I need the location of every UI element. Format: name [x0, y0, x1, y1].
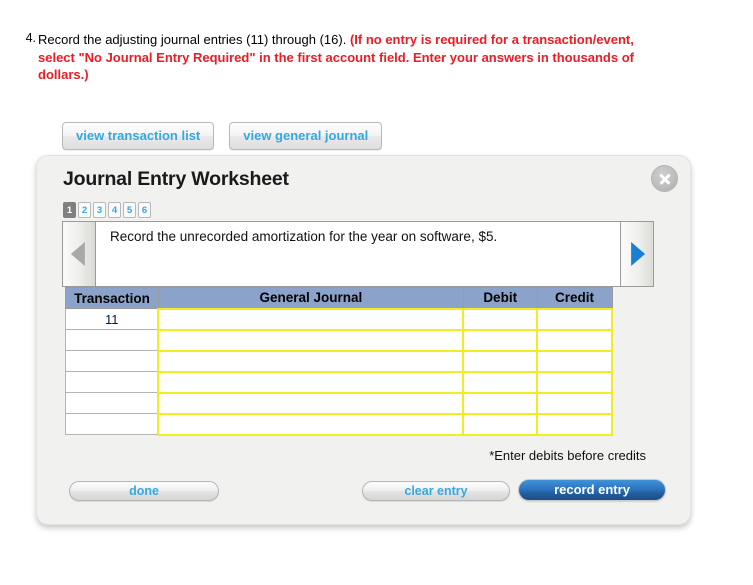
- column-header-debit: Debit: [462, 287, 538, 309]
- cell-debit-input[interactable]: [462, 370, 539, 394]
- cell-credit-input[interactable]: [536, 328, 613, 352]
- cell-general-journal-input[interactable]: [157, 307, 465, 331]
- journal-entry-table: Transaction General Journal Debit Credit…: [65, 287, 613, 436]
- triangle-left-icon[interactable]: [63, 222, 96, 286]
- cell-credit-input[interactable]: [536, 412, 613, 436]
- question-text: Record the adjusting journal entries (11…: [38, 31, 634, 84]
- cell-transaction: [65, 371, 159, 393]
- step-tab-4[interactable]: 4: [108, 202, 121, 218]
- view-transaction-list-button[interactable]: view transaction list: [62, 122, 215, 150]
- cell-transaction: [65, 392, 159, 414]
- cell-credit-input[interactable]: [536, 349, 613, 373]
- journal-entry-worksheet-panel: Journal Entry Worksheet 1 2 3 4 5 6 Reco…: [36, 155, 691, 525]
- close-x-icon[interactable]: [651, 165, 678, 192]
- triangle-right-glyph: [631, 242, 646, 266]
- step-tab-2[interactable]: 2: [78, 202, 91, 218]
- cell-general-journal-input[interactable]: [157, 328, 465, 352]
- cell-general-journal-input[interactable]: [157, 391, 465, 415]
- cell-general-journal-input[interactable]: [157, 370, 465, 394]
- step-tabs: 1 2 3 4 5 6: [63, 202, 151, 218]
- step-tab-5[interactable]: 5: [123, 202, 136, 218]
- table-row: [65, 412, 613, 436]
- cell-debit-input[interactable]: [462, 307, 539, 331]
- cell-debit-input[interactable]: [462, 391, 539, 415]
- view-general-journal-button[interactable]: view general journal: [229, 122, 383, 150]
- question-number: 4.: [25, 31, 36, 45]
- table-row: 11: [65, 307, 613, 331]
- clear-entry-button[interactable]: clear entry: [362, 481, 510, 501]
- question-block: 4. Record the adjusting journal entries …: [14, 31, 634, 84]
- cell-debit-input[interactable]: [462, 349, 539, 373]
- cell-debit-input[interactable]: [462, 328, 539, 352]
- cell-credit-input[interactable]: [536, 307, 613, 331]
- table-row: [65, 370, 613, 394]
- view-button-group: view transaction list view general journ…: [62, 122, 383, 150]
- table-row: [65, 328, 613, 352]
- column-header-credit: Credit: [536, 287, 613, 309]
- cell-general-journal-input[interactable]: [157, 349, 465, 373]
- panel-title: Journal Entry Worksheet: [63, 168, 289, 190]
- cell-transaction: [65, 350, 159, 372]
- instruction-strip: Record the unrecorded amortization for t…: [62, 221, 654, 287]
- column-header-transaction: Transaction: [65, 287, 159, 309]
- debits-before-credits-note: *Enter debits before credits: [489, 448, 646, 463]
- record-entry-button[interactable]: record entry: [518, 479, 666, 501]
- step-tab-1[interactable]: 1: [63, 202, 76, 218]
- cell-debit-input[interactable]: [462, 412, 539, 436]
- cell-credit-input[interactable]: [536, 370, 613, 394]
- journal-table-body: 11: [65, 307, 613, 436]
- done-button[interactable]: done: [69, 481, 219, 501]
- cell-general-journal-input[interactable]: [157, 412, 465, 436]
- triangle-right-icon[interactable]: [620, 222, 653, 286]
- instruction-text: Record the unrecorded amortization for t…: [96, 222, 620, 286]
- cell-transaction: [65, 413, 159, 435]
- journal-table-head: Transaction General Journal Debit Credit: [65, 287, 613, 309]
- question-text-plain: Record the adjusting journal entries (11…: [38, 32, 350, 47]
- table-row: [65, 349, 613, 373]
- column-header-general-journal: General Journal: [157, 287, 464, 309]
- table-row: [65, 391, 613, 415]
- journal-table-header-row: Transaction General Journal Debit Credit: [65, 287, 613, 309]
- cell-transaction: [65, 329, 159, 351]
- step-tab-3[interactable]: 3: [93, 202, 106, 218]
- step-tab-6[interactable]: 6: [138, 202, 151, 218]
- cell-credit-input[interactable]: [536, 391, 613, 415]
- cell-transaction: 11: [65, 308, 159, 330]
- triangle-left-glyph: [70, 242, 85, 266]
